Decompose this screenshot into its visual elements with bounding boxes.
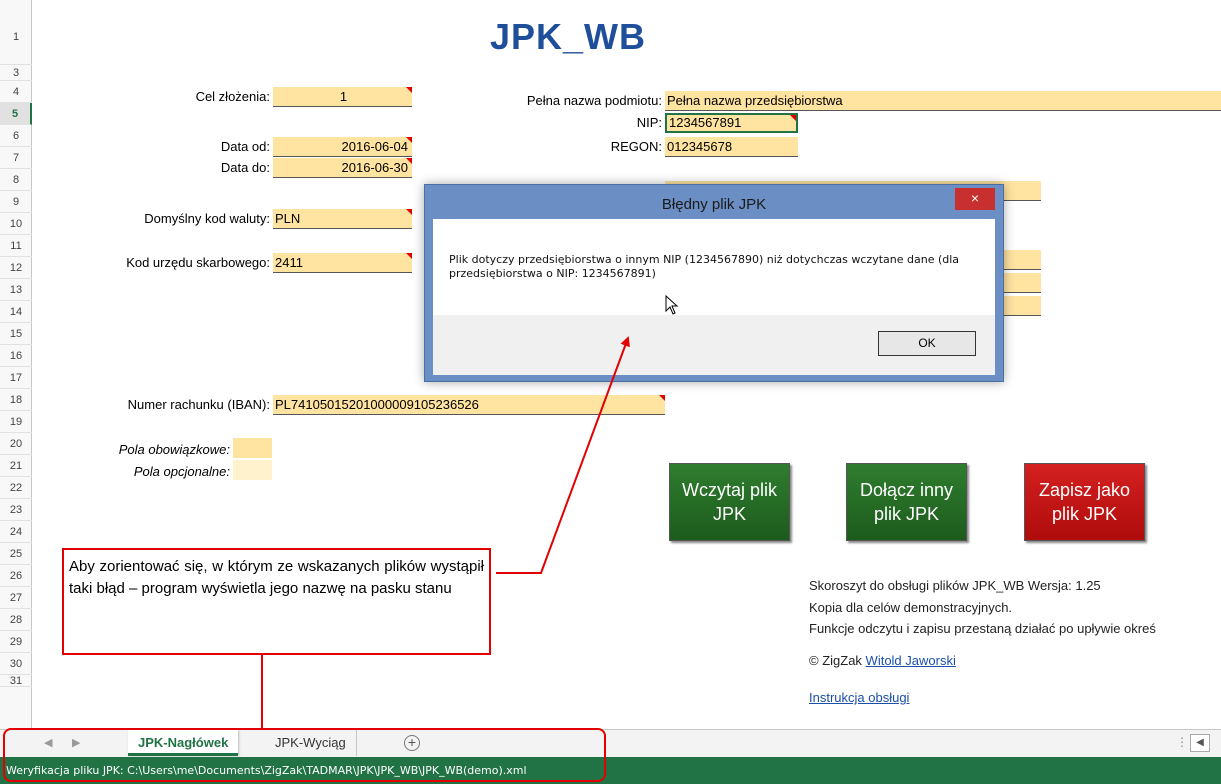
row-header-6[interactable]: 6 [0,125,32,147]
cel-zlozenia-label: Cel złożenia: [195,89,270,104]
data-od-cell[interactable]: 2016-06-04 [273,137,412,157]
copyright-line: © ZigZak Witold Jaworski [809,653,956,668]
append-jpk-button[interactable]: Dołącz inny plik JPK [846,463,967,541]
data-od-label: Data od: [220,139,270,154]
optional-fields-label: Pola opcjonalne: [133,464,230,479]
status-bar: Weryfikacja pliku JPK: C:\Users\me\Docum… [0,757,1221,784]
waluta-cell[interactable]: PLN [273,209,412,229]
row-header-28[interactable]: 28 [0,609,32,631]
data-do-cell[interactable]: 2016-06-30 [273,158,412,178]
row-header-7[interactable]: 7 [0,147,32,169]
row-header-9[interactable]: 9 [0,191,32,213]
dialog-title: Błędny plik JPK [661,196,767,213]
manual-link[interactable]: Instrukcja obsługi [809,690,909,705]
regon-cell[interactable]: 012345678 [665,137,798,157]
row-header-13[interactable]: 13 [0,279,32,301]
row-header-16[interactable]: 16 [0,345,32,367]
pelna-nazwa-label: Pełna nazwa podmiotu: [526,93,662,108]
row-header-10[interactable]: 10 [0,213,32,235]
regon-label: REGON: [610,139,662,154]
iban-label: Numer rachunku (IBAN): [127,397,270,412]
urzad-label: Kod urzędu skarbowego: [126,255,270,270]
data-do-label: Data do: [220,160,270,175]
dialog-footer: OK [433,315,995,375]
row-header-29[interactable]: 29 [0,631,32,653]
author-link[interactable]: Witold Jaworski [866,653,956,668]
sheet-title: JPK_WB [490,16,647,57]
required-fields-swatch [233,438,272,458]
hscroll-left-icon[interactable]: ◀ [1190,734,1210,752]
tab-scroll-right-icon[interactable]: ▶ [72,736,80,749]
row-header-22[interactable]: 22 [0,477,32,499]
tab-jpk-naglowek[interactable]: JPK-Nagłówek [128,730,239,756]
nip-label: NIP: [636,115,662,130]
dialog-body: Plik dotyczy przedsiębiorstwa o innym NI… [433,219,995,375]
row-header-3[interactable]: 3 [0,65,32,81]
row-header-26[interactable]: 26 [0,565,32,587]
row-header-8[interactable]: 8 [0,169,32,191]
urzad-cell[interactable]: 2411 [273,253,412,273]
pelna-nazwa-cell[interactable]: Pełna nazwa przedsiębiorstwa [665,91,1221,111]
row-header-27[interactable]: 27 [0,587,32,609]
row-header-17[interactable]: 17 [0,367,32,389]
nip-cell[interactable]: 1234567891 [665,113,798,133]
row-header-24[interactable]: 24 [0,521,32,543]
row-header-23[interactable]: 23 [0,499,32,521]
copyright-text: © ZigZak [809,653,866,668]
row-header-11[interactable]: 11 [0,235,32,257]
dialog-message: Plik dotyczy przedsiębiorstwa o innym NI… [449,253,960,280]
row-header-column[interactable]: 1 3 4 5 6 7 8 9 10 11 12 13 14 15 16 17 18 19 20 21 22 23 24 25… [0,0,32,729]
tab-jpk-wyciag[interactable]: JPK-Wyciąg [265,730,357,756]
row-header-31[interactable]: 31 [0,675,32,687]
close-icon: × [970,190,980,206]
optional-fields-swatch [233,460,272,480]
tab-scroll-left-icon[interactable]: ◀ [44,736,52,749]
row-header-21[interactable]: 21 [0,455,32,477]
row-header-14[interactable]: 14 [0,301,32,323]
demo-copy-note: Kopia dla celów demonstracyjnych. [809,600,1013,615]
cel-zlozenia-cell[interactable]: 1 [273,87,412,107]
row-header-5[interactable]: 5 [0,103,32,125]
row-header-20[interactable]: 20 [0,433,32,455]
iban-cell[interactable]: PL74105015201000009105236526 [273,395,665,415]
load-jpk-button[interactable]: Wczytaj plik JPK [669,463,790,541]
expiry-note: Funkcje odczytu i zapisu przestaną dział… [809,621,1156,636]
ok-button[interactable]: OK [878,331,976,356]
row-header-12[interactable]: 12 [0,257,32,279]
sheet-tab-bar: ◀ ▶ JPK-Nagłówek JPK-Wyciąg + ⋮ ◀ [0,729,1221,757]
row-header-4[interactable]: 4 [0,81,32,103]
add-sheet-icon[interactable]: + [404,735,420,751]
workbook-info: Skoroszyt do obsługi plików JPK_WB Wersj… [809,578,1101,593]
required-fields-label: Pola obowiązkowe: [118,442,230,457]
annotation-callout: Aby zorientować się, w którym ze wskazan… [62,548,491,655]
mouse-cursor-icon [665,295,679,315]
row-header-18[interactable]: 18 [0,389,32,411]
row-header-25[interactable]: 25 [0,543,32,565]
waluta-label: Domyślny kod waluty: [144,211,270,226]
row-header-15[interactable]: 15 [0,323,32,345]
row-header-19[interactable]: 19 [0,411,32,433]
save-jpk-button[interactable]: Zapisz jako plik JPK [1024,463,1145,541]
scroll-splitter-icon[interactable]: ⋮ [1176,735,1188,749]
dialog-close-button[interactable]: × [955,188,995,210]
row-header-30[interactable]: 30 [0,653,32,675]
error-dialog[interactable]: Błędny plik JPK × Plik dotyczy przedsięb… [424,184,1004,382]
row-header-1[interactable]: 1 [0,10,32,65]
